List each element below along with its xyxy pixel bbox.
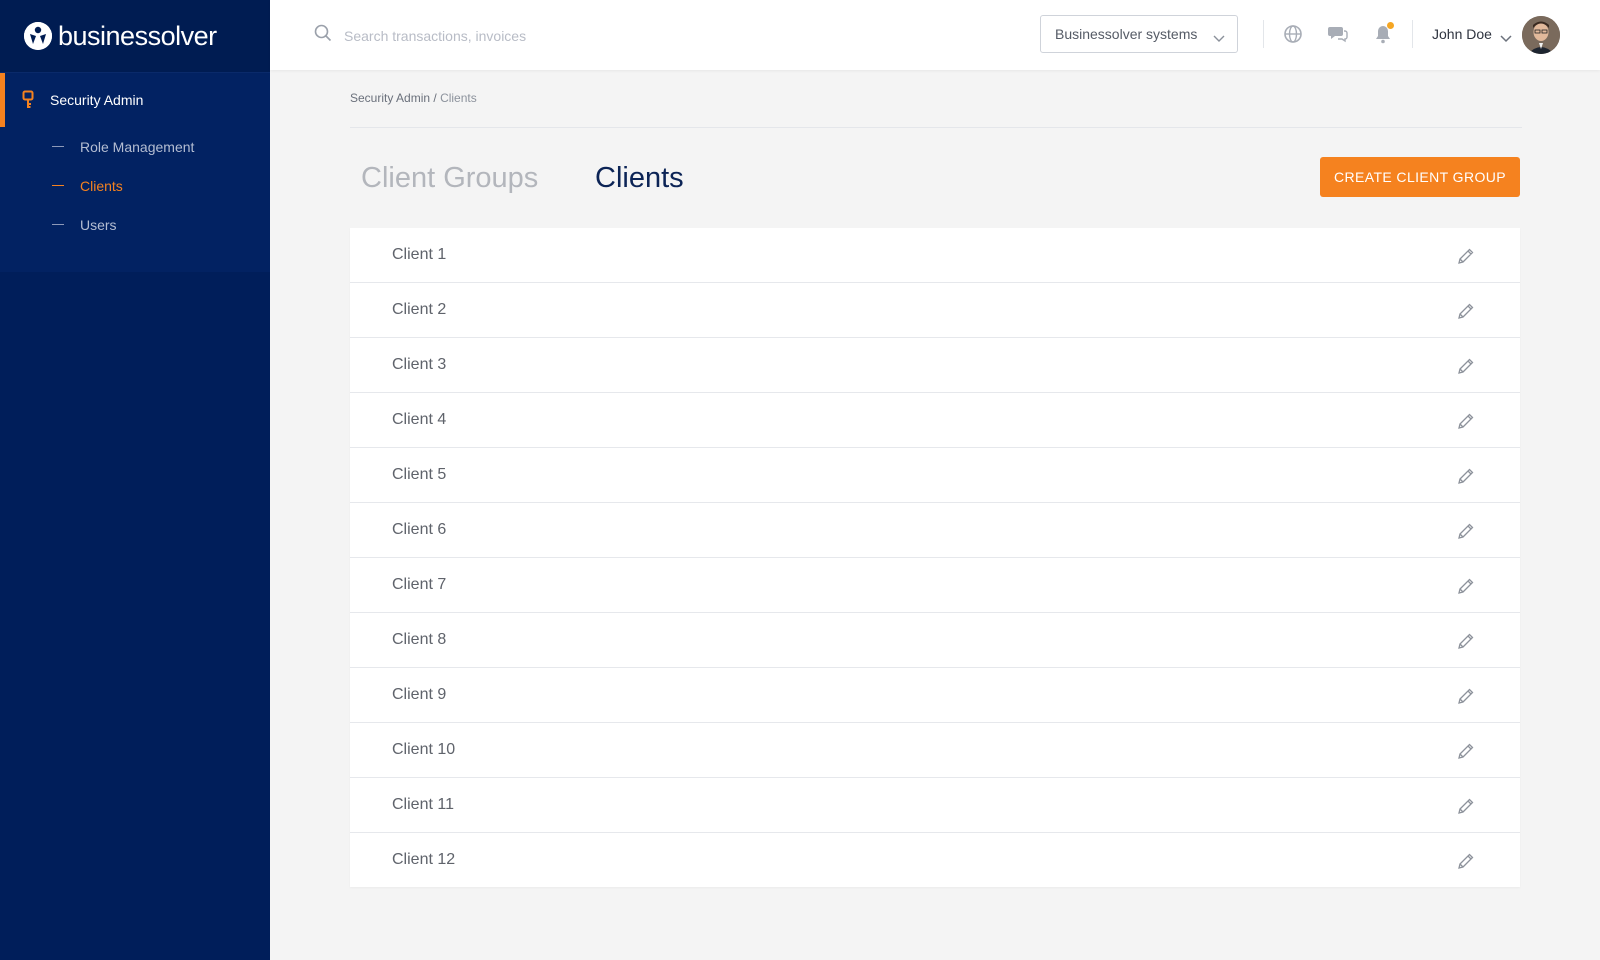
- client-name: Client 9: [392, 686, 447, 703]
- pencil-icon[interactable]: [1456, 356, 1476, 381]
- pencil-icon[interactable]: [1456, 741, 1476, 766]
- client-name: Client 4: [392, 411, 447, 428]
- brand-logo[interactable]: businessolver: [0, 0, 270, 73]
- client-row[interactable]: Client 10: [350, 723, 1520, 778]
- pencil-icon[interactable]: [1456, 521, 1476, 546]
- sidebar-item-label: Clients: [80, 177, 123, 194]
- brand-name: businessolver: [58, 20, 217, 51]
- dash-marker: [52, 185, 64, 186]
- pencil-icon[interactable]: [1456, 246, 1476, 271]
- sidebar-item-users[interactable]: Users: [0, 205, 270, 244]
- client-row[interactable]: Client 3: [350, 338, 1520, 393]
- pencil-icon[interactable]: [1456, 631, 1476, 656]
- tab-clients[interactable]: Clients: [595, 162, 684, 195]
- dash-marker: [52, 146, 64, 147]
- client-row[interactable]: Client 1: [350, 228, 1520, 283]
- create-client-group-button[interactable]: CREATE CLIENT GROUP: [1320, 157, 1520, 197]
- search-icon: [314, 24, 332, 47]
- client-row[interactable]: Client 5: [350, 448, 1520, 503]
- top-header: Businessolver systems John Doe: [270, 0, 1600, 70]
- pencil-icon[interactable]: [1456, 411, 1476, 436]
- chevron-down-icon[interactable]: [1500, 30, 1512, 48]
- globe-icon[interactable]: [1283, 24, 1303, 49]
- sidebar-nav: Security Admin Role Management Clients U…: [0, 73, 270, 272]
- client-row[interactable]: Client 8: [350, 613, 1520, 668]
- pencil-icon[interactable]: [1456, 851, 1476, 876]
- search-bar: [314, 24, 646, 47]
- client-row[interactable]: Client 4: [350, 393, 1520, 448]
- sidebar: businessolver Security Admin Role Manage…: [0, 0, 270, 960]
- divider: [1263, 20, 1264, 48]
- system-select-value: Businessolver systems: [1055, 26, 1198, 42]
- client-name: Client 6: [392, 521, 447, 538]
- client-list: Client 1 Client 2 Client 3 Client 4 Clie…: [350, 228, 1520, 887]
- system-select[interactable]: Businessolver systems: [1040, 15, 1238, 53]
- sidebar-item-label: Role Management: [80, 138, 195, 155]
- client-name: Client 10: [392, 741, 456, 758]
- client-name: Client 1: [392, 246, 447, 263]
- client-name: Client 5: [392, 466, 447, 483]
- client-row[interactable]: Client 11: [350, 778, 1520, 833]
- pencil-icon[interactable]: [1456, 686, 1476, 711]
- breadcrumb: Security Admin / Clients: [350, 91, 477, 105]
- client-name: Client 7: [392, 576, 447, 593]
- user-name[interactable]: John Doe: [1432, 26, 1492, 42]
- avatar[interactable]: [1522, 16, 1560, 54]
- client-row[interactable]: Client 9: [350, 668, 1520, 723]
- client-name: Client 3: [392, 356, 447, 373]
- breadcrumb-divider: [350, 127, 1522, 128]
- divider: [1412, 20, 1413, 48]
- breadcrumb-current: Clients: [440, 91, 477, 105]
- sidebar-item-label: Users: [80, 216, 117, 233]
- client-name: Client 8: [392, 631, 447, 648]
- search-input[interactable]: [342, 26, 646, 45]
- notification-dot: [1387, 22, 1394, 29]
- client-row[interactable]: Client 7: [350, 558, 1520, 613]
- pencil-icon[interactable]: [1456, 576, 1476, 601]
- breadcrumb-parent[interactable]: Security Admin: [350, 91, 430, 105]
- dash-marker: [52, 224, 64, 225]
- tab-client-groups[interactable]: Client Groups: [361, 162, 538, 195]
- pencil-icon[interactable]: [1456, 301, 1476, 326]
- businessolver-logo-icon: [24, 22, 52, 50]
- client-name: Client 12: [392, 851, 456, 868]
- client-row[interactable]: Client 6: [350, 503, 1520, 558]
- client-name: Client 11: [392, 796, 454, 813]
- pencil-icon[interactable]: [1456, 796, 1476, 821]
- sidebar-item-role-management[interactable]: Role Management: [0, 127, 270, 166]
- sidebar-item-security-admin[interactable]: Security Admin: [0, 73, 270, 127]
- client-name: Client 2: [392, 301, 447, 318]
- chevron-down-icon: [1213, 30, 1225, 46]
- breadcrumb-separator: /: [430, 91, 441, 105]
- sidebar-section-label: Security Admin: [50, 92, 144, 108]
- client-row[interactable]: Client 12: [350, 833, 1520, 887]
- sidebar-item-clients[interactable]: Clients: [0, 166, 270, 205]
- chat-icon[interactable]: [1328, 24, 1348, 49]
- key-icon: [22, 90, 34, 113]
- pencil-icon[interactable]: [1456, 466, 1476, 491]
- client-row[interactable]: Client 2: [350, 283, 1520, 338]
